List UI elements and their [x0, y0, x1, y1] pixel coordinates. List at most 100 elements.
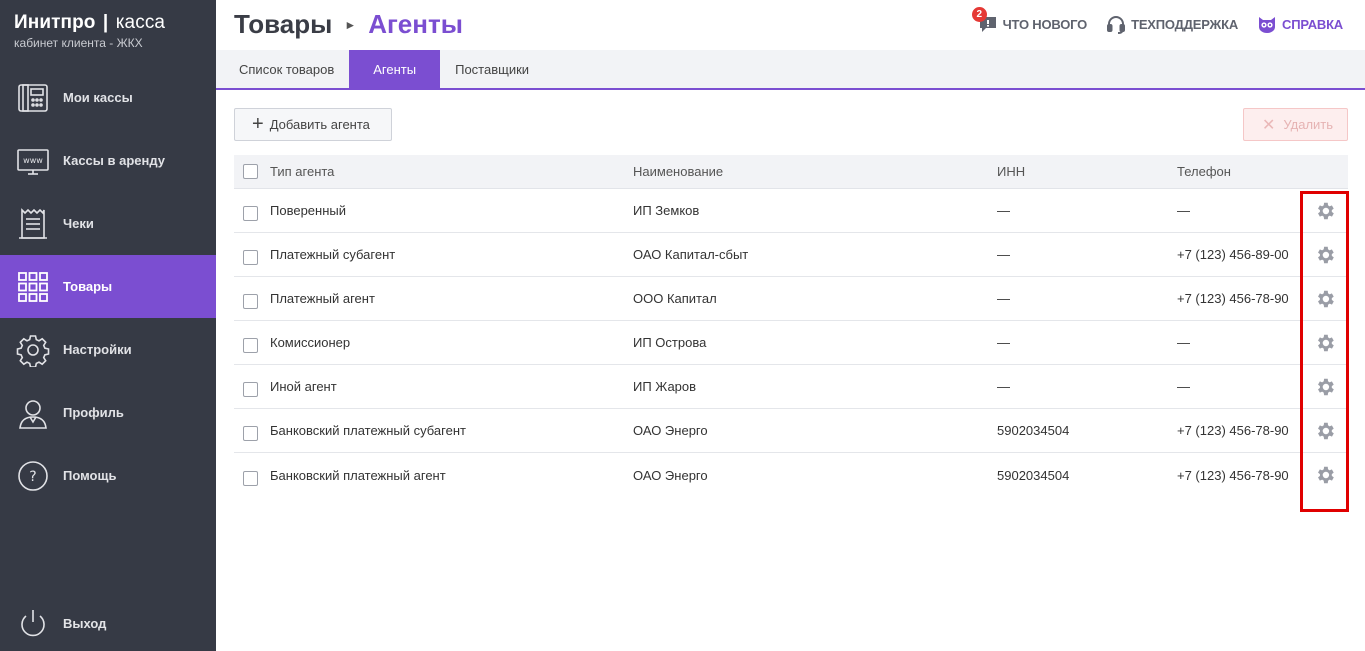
row-checkbox[interactable]	[243, 338, 258, 353]
tab-agents[interactable]: Агенты	[349, 50, 441, 88]
cell-phone: +7 (123) 456-78-90	[1177, 423, 1289, 438]
gear-icon[interactable]	[1314, 288, 1336, 310]
breadcrumb-separator-icon: ►	[344, 17, 357, 32]
cell-type: Иной агент	[270, 379, 337, 394]
cell-type: Платежный субагент	[270, 247, 396, 262]
sidebar-item-rent-registers[interactable]: www Кассы в аренду	[0, 129, 216, 192]
cell-phone: —	[1177, 203, 1190, 218]
sidebar-item-my-registers[interactable]: Мои кассы	[0, 66, 216, 129]
cell-inn: 5902034504	[997, 467, 1070, 483]
column-header-inn: ИНН	[997, 164, 1026, 179]
cell-inn: —	[997, 335, 1010, 350]
sidebar-item-label: Настройки	[63, 342, 132, 357]
cell-inn: —	[997, 203, 1010, 218]
cell-type: Комиссионер	[270, 335, 351, 350]
row-select-cell	[234, 244, 270, 265]
sidebar-item-label: Мои кассы	[63, 90, 133, 105]
brand-title: Инитпро | касса	[14, 12, 165, 34]
tab-suppliers[interactable]: Поставщики	[440, 50, 544, 88]
row-select-cell	[234, 465, 270, 486]
support-link[interactable]: Техподдержка	[1105, 13, 1238, 35]
whats-new-link[interactable]: 2 Что нового	[971, 7, 1088, 35]
row-checkbox[interactable]	[243, 250, 258, 265]
svg-text:www: www	[23, 156, 43, 165]
tab-bar: Список товаров Агенты Поставщики	[216, 50, 1365, 90]
cash-register-icon	[16, 81, 50, 115]
help-link[interactable]: Справка	[1256, 13, 1343, 35]
cell-name: ОАО Капитал-сбыт	[633, 247, 749, 262]
row-select-cell	[234, 200, 270, 221]
logout-label: Выход	[63, 616, 107, 631]
cell-inn: —	[997, 379, 1010, 394]
gear-icon[interactable]	[1314, 244, 1336, 266]
breadcrumb-parent-link[interactable]: Товары	[234, 9, 332, 40]
row-checkbox[interactable]	[243, 382, 258, 397]
sidebar-item-label: Профиль	[63, 405, 124, 420]
gear-icon[interactable]	[1314, 420, 1336, 442]
tab-goods-list[interactable]: Список товаров	[224, 50, 349, 88]
cell-phone: +7 (123) 456-89-00	[1177, 247, 1289, 262]
table-row[interactable]: Комиссионер ИП Острова — —	[234, 321, 1348, 365]
sidebar-item-goods[interactable]: Товары	[0, 255, 216, 318]
agents-table: Тип агента Наименование ИНН Телефон Пове…	[234, 155, 1348, 497]
cell-name: ИП Острова	[633, 335, 707, 350]
row-select-cell	[234, 420, 270, 441]
table-row[interactable]: Платежный агент ООО Капитал — +7 (123) 4…	[234, 277, 1348, 321]
sidebar-item-label: Чеки	[63, 216, 94, 231]
table-row[interactable]: Поверенный ИП Земков — —	[234, 189, 1348, 233]
www-monitor-icon: www	[16, 144, 50, 178]
row-checkbox[interactable]	[243, 470, 258, 486]
table-row[interactable]: Платежный субагент ОАО Капитал-сбыт — +7…	[234, 233, 1348, 277]
cell-inn: —	[997, 247, 1010, 262]
sidebar-item-help[interactable]: ? Помощь	[0, 444, 216, 507]
news-count-badge: 2	[971, 7, 987, 22]
sidebar-item-receipts[interactable]: Чеки	[0, 192, 216, 255]
gear-icon	[16, 333, 50, 367]
cell-type: Банковский платежный агент	[270, 467, 446, 483]
whats-new-label: Что нового	[1002, 16, 1088, 32]
sidebar-item-label: Товары	[63, 279, 113, 294]
row-actions	[1302, 464, 1348, 486]
brand-title-bold: Инитпро	[14, 12, 96, 33]
sidebar-item-settings[interactable]: Настройки	[0, 318, 216, 381]
add-agent-button[interactable]: + Добавить агента	[234, 108, 392, 141]
select-all-checkbox[interactable]	[243, 164, 258, 179]
brand: Инитпро | касса кабинет клиента - ЖКХ	[14, 12, 165, 50]
chat-icon: 2	[971, 7, 999, 35]
sidebar-item-profile[interactable]: Профиль	[0, 381, 216, 444]
brand-title-rest: касса	[115, 12, 166, 33]
row-select-cell	[234, 288, 270, 309]
table-row[interactable]: Банковский платежный агент ОАО Энерго 59…	[234, 453, 1348, 497]
receipt-icon	[16, 207, 50, 241]
cell-inn: 5902034504	[997, 423, 1070, 438]
question-icon: ?	[16, 459, 50, 493]
support-label: Техподдержка	[1131, 16, 1239, 32]
gear-icon[interactable]	[1314, 332, 1336, 354]
row-actions	[1302, 288, 1348, 310]
delete-button[interactable]: ✕ Удалить	[1243, 108, 1348, 141]
breadcrumb: Товары ► Агенты	[234, 9, 463, 40]
cell-name: ИП Жаров	[633, 379, 697, 394]
brand-title-separator: |	[102, 12, 109, 33]
cell-type: Платежный агент	[270, 291, 375, 306]
sidebar: Инитпро | касса кабинет клиента - ЖКХ Мо	[0, 0, 216, 651]
row-checkbox[interactable]	[243, 294, 258, 309]
logout-button[interactable]: Выход	[0, 592, 216, 651]
row-actions	[1302, 332, 1348, 354]
sidebar-nav: Мои кассы www Кассы в аренду Чеки Товары…	[0, 66, 216, 507]
page-title: Агенты	[368, 9, 463, 39]
row-actions	[1302, 420, 1348, 442]
row-select-cell	[234, 332, 270, 353]
gear-icon[interactable]	[1314, 376, 1336, 398]
gear-icon[interactable]	[1314, 200, 1336, 222]
power-icon	[16, 607, 50, 641]
sidebar-item-label: Кассы в аренду	[63, 153, 165, 168]
row-checkbox[interactable]	[243, 426, 258, 441]
table-row[interactable]: Иной агент ИП Жаров — —	[234, 365, 1348, 409]
column-header-name: Наименование	[633, 164, 724, 179]
gear-icon[interactable]	[1314, 464, 1336, 486]
header-links: 2 Что нового Техподдержка Справка	[959, 7, 1343, 35]
table-row[interactable]: Банковский платежный субагент ОАО Энерго…	[234, 409, 1348, 453]
row-checkbox[interactable]	[243, 206, 258, 221]
close-icon: ✕	[1262, 116, 1276, 134]
